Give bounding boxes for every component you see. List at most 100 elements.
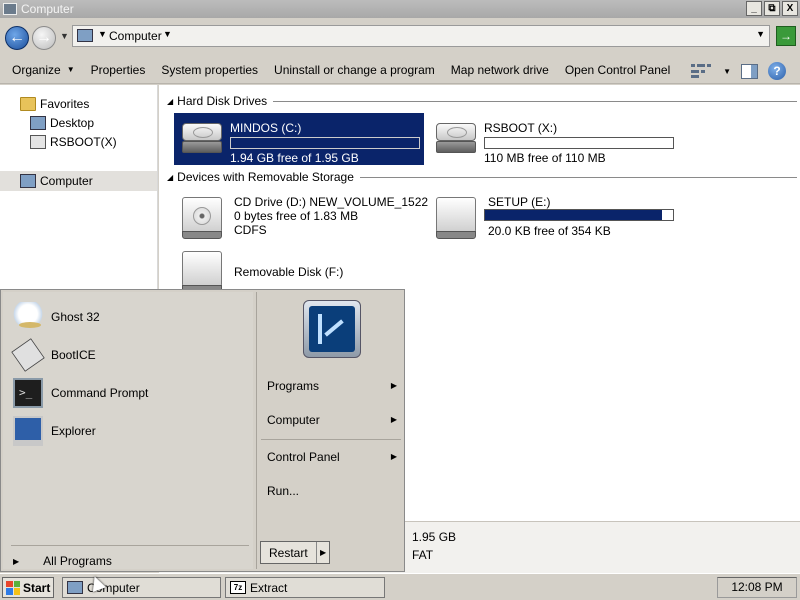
explorer-icon bbox=[13, 416, 43, 446]
start-item-explorer[interactable]: Explorer bbox=[13, 414, 248, 448]
start-item-bootice[interactable]: BootICE bbox=[11, 338, 248, 372]
nav-item-desktop[interactable]: Desktop bbox=[30, 116, 94, 130]
start-item-command-prompt[interactable]: Command Prompt bbox=[13, 376, 248, 410]
chevron-right-icon: ▶ bbox=[13, 556, 20, 566]
views-icon[interactable] bbox=[691, 63, 713, 79]
capacity-fill bbox=[485, 210, 662, 220]
nav-item-rsboot[interactable]: RSBOOT(X) bbox=[30, 135, 117, 149]
cd-drive-icon bbox=[180, 197, 222, 241]
start-right-label: Programs bbox=[267, 379, 320, 393]
detail-total-size: 1.95 GB bbox=[412, 530, 457, 544]
address-row: ← → ▼ ▼ Computer ▼ ▼ → bbox=[0, 18, 800, 56]
group-title: Devices with Removable Storage bbox=[177, 170, 354, 184]
organize-label: Organize bbox=[12, 62, 61, 77]
all-programs-label: All Programs bbox=[43, 554, 112, 568]
breadcrumb-arrow[interactable]: ▼ bbox=[98, 29, 107, 39]
bootice-icon bbox=[11, 338, 45, 372]
breadcrumb-arrow[interactable]: ▼ bbox=[163, 29, 172, 39]
collapse-icon: ◢ bbox=[167, 96, 174, 106]
start-label: Start bbox=[23, 580, 51, 595]
close-button[interactable]: X bbox=[782, 1, 798, 16]
drive-name: CD Drive (D:) NEW_VOLUME_1522 bbox=[234, 195, 429, 209]
favorites-folder-icon bbox=[20, 97, 36, 111]
capacity-bar bbox=[230, 137, 420, 149]
group-header-hard-disks[interactable]: ◢ Hard Disk Drives bbox=[167, 94, 797, 108]
start-right-label: Control Panel bbox=[267, 450, 340, 464]
taskbar-button-extract[interactable]: 7z Extract bbox=[225, 577, 385, 598]
preview-pane-icon[interactable] bbox=[741, 63, 758, 79]
capacity-bar bbox=[484, 209, 674, 221]
nav-label: RSBOOT(X) bbox=[50, 135, 117, 149]
collapse-icon: ◢ bbox=[167, 172, 174, 182]
divider bbox=[261, 439, 401, 440]
drive-mindos[interactable]: MINDOS (C:) 1.94 GB free of 1.95 GB bbox=[174, 113, 424, 165]
all-programs-button[interactable]: ▶ All Programs bbox=[13, 554, 112, 568]
organize-button[interactable]: Organize ▼ bbox=[12, 63, 75, 77]
restore-button[interactable]: ⧉ bbox=[764, 1, 780, 16]
uninstall-program-button[interactable]: Uninstall or change a program bbox=[274, 63, 435, 77]
start-item-label: BootICE bbox=[51, 348, 96, 362]
start-item-label: Explorer bbox=[51, 424, 96, 438]
views-dropdown-icon[interactable]: ▼ bbox=[723, 67, 731, 76]
properties-button[interactable]: Properties bbox=[91, 63, 146, 77]
group-title: Hard Disk Drives bbox=[177, 94, 268, 108]
start-right-run[interactable]: Run... bbox=[267, 484, 397, 498]
system-properties-button[interactable]: System properties bbox=[161, 63, 258, 77]
start-right-programs[interactable]: Programs ▶ bbox=[267, 379, 397, 393]
drive-name: MINDOS (C:) bbox=[230, 121, 302, 135]
submenu-arrow-icon: ▶ bbox=[390, 415, 397, 424]
minimize-button[interactable]: _ bbox=[746, 1, 762, 16]
computer-icon bbox=[77, 29, 93, 42]
go-button[interactable]: → bbox=[776, 26, 796, 46]
start-menu: Ghost 32 BootICE Command Prompt Explorer… bbox=[0, 289, 405, 572]
taskbar: Start Computer 7z Extract 12:08 PM bbox=[0, 573, 800, 600]
start-right-control-panel[interactable]: Control Panel ▶ bbox=[267, 450, 397, 464]
back-button[interactable]: ← bbox=[5, 26, 29, 50]
forward-button[interactable]: → bbox=[32, 26, 56, 50]
divider bbox=[359, 176, 797, 178]
7zip-icon: 7z bbox=[230, 581, 246, 594]
drive-removable[interactable]: Removable Disk (F:) bbox=[164, 247, 424, 293]
submenu-arrow-icon: ▶ bbox=[390, 381, 397, 390]
drive-setup[interactable]: SETUP (E:) 20.0 KB free of 354 KB bbox=[418, 189, 678, 245]
address-dropdown[interactable]: ▼ bbox=[756, 29, 765, 39]
map-network-drive-button[interactable]: Map network drive bbox=[451, 63, 549, 77]
computer-icon bbox=[67, 581, 83, 594]
address-bar[interactable]: ▼ Computer ▼ ▼ bbox=[72, 25, 770, 47]
nav-item-favorites[interactable]: Favorites bbox=[20, 97, 89, 111]
drive-name: SETUP (E:) bbox=[488, 195, 551, 209]
restart-options-arrow-icon[interactable]: ▶ bbox=[316, 542, 329, 563]
drive-cd[interactable]: CD Drive (D:) NEW_VOLUME_1522 0 bytes fr… bbox=[164, 189, 428, 245]
clock[interactable]: 12:08 PM bbox=[717, 577, 797, 598]
taskbar-button-computer[interactable]: Computer bbox=[62, 577, 221, 598]
nav-label: Desktop bbox=[50, 116, 95, 130]
open-control-panel-button[interactable]: Open Control Panel bbox=[565, 63, 670, 77]
start-right-computer[interactable]: Computer ▶ bbox=[267, 413, 397, 427]
start-right-label: Computer bbox=[267, 413, 320, 427]
start-item-ghost32[interactable]: Ghost 32 bbox=[13, 300, 248, 334]
breadcrumb-computer[interactable]: Computer bbox=[109, 29, 162, 43]
group-header-removable[interactable]: ◢ Devices with Removable Storage bbox=[167, 170, 797, 184]
start-item-label: Command Prompt bbox=[51, 386, 149, 400]
start-button[interactable]: Start bbox=[2, 577, 54, 598]
start-menu-programs: Ghost 32 BootICE Command Prompt Explorer… bbox=[3, 292, 253, 569]
hard-drive-icon bbox=[180, 123, 224, 155]
command-bar: Organize ▼ Properties System properties U… bbox=[0, 56, 800, 84]
title-bar[interactable]: Computer _ ⧉ X bbox=[0, 0, 800, 18]
taskbar-label: Extract bbox=[250, 580, 288, 595]
submenu-arrow-icon: ▶ bbox=[390, 452, 397, 461]
restart-button[interactable]: Restart ▶ bbox=[260, 541, 330, 564]
help-icon[interactable]: ? bbox=[768, 62, 786, 80]
computer-icon bbox=[20, 174, 36, 188]
capacity-bar bbox=[484, 137, 674, 149]
user-logo-icon bbox=[303, 300, 361, 358]
nav-item-computer[interactable]: Computer bbox=[20, 174, 93, 188]
command-prompt-icon bbox=[13, 378, 43, 408]
drive-rsboot[interactable]: RSBOOT (X:) 110 MB free of 110 MB bbox=[428, 113, 678, 165]
recent-pages-dropdown[interactable]: ▼ bbox=[60, 31, 69, 41]
start-menu-system: Programs ▶ Computer ▶ Control Panel ▶ Ru… bbox=[256, 292, 403, 569]
ghost-icon bbox=[13, 302, 43, 332]
capacity-fill bbox=[231, 138, 232, 148]
restart-label: Restart bbox=[269, 545, 308, 560]
drive-icon bbox=[30, 135, 46, 149]
